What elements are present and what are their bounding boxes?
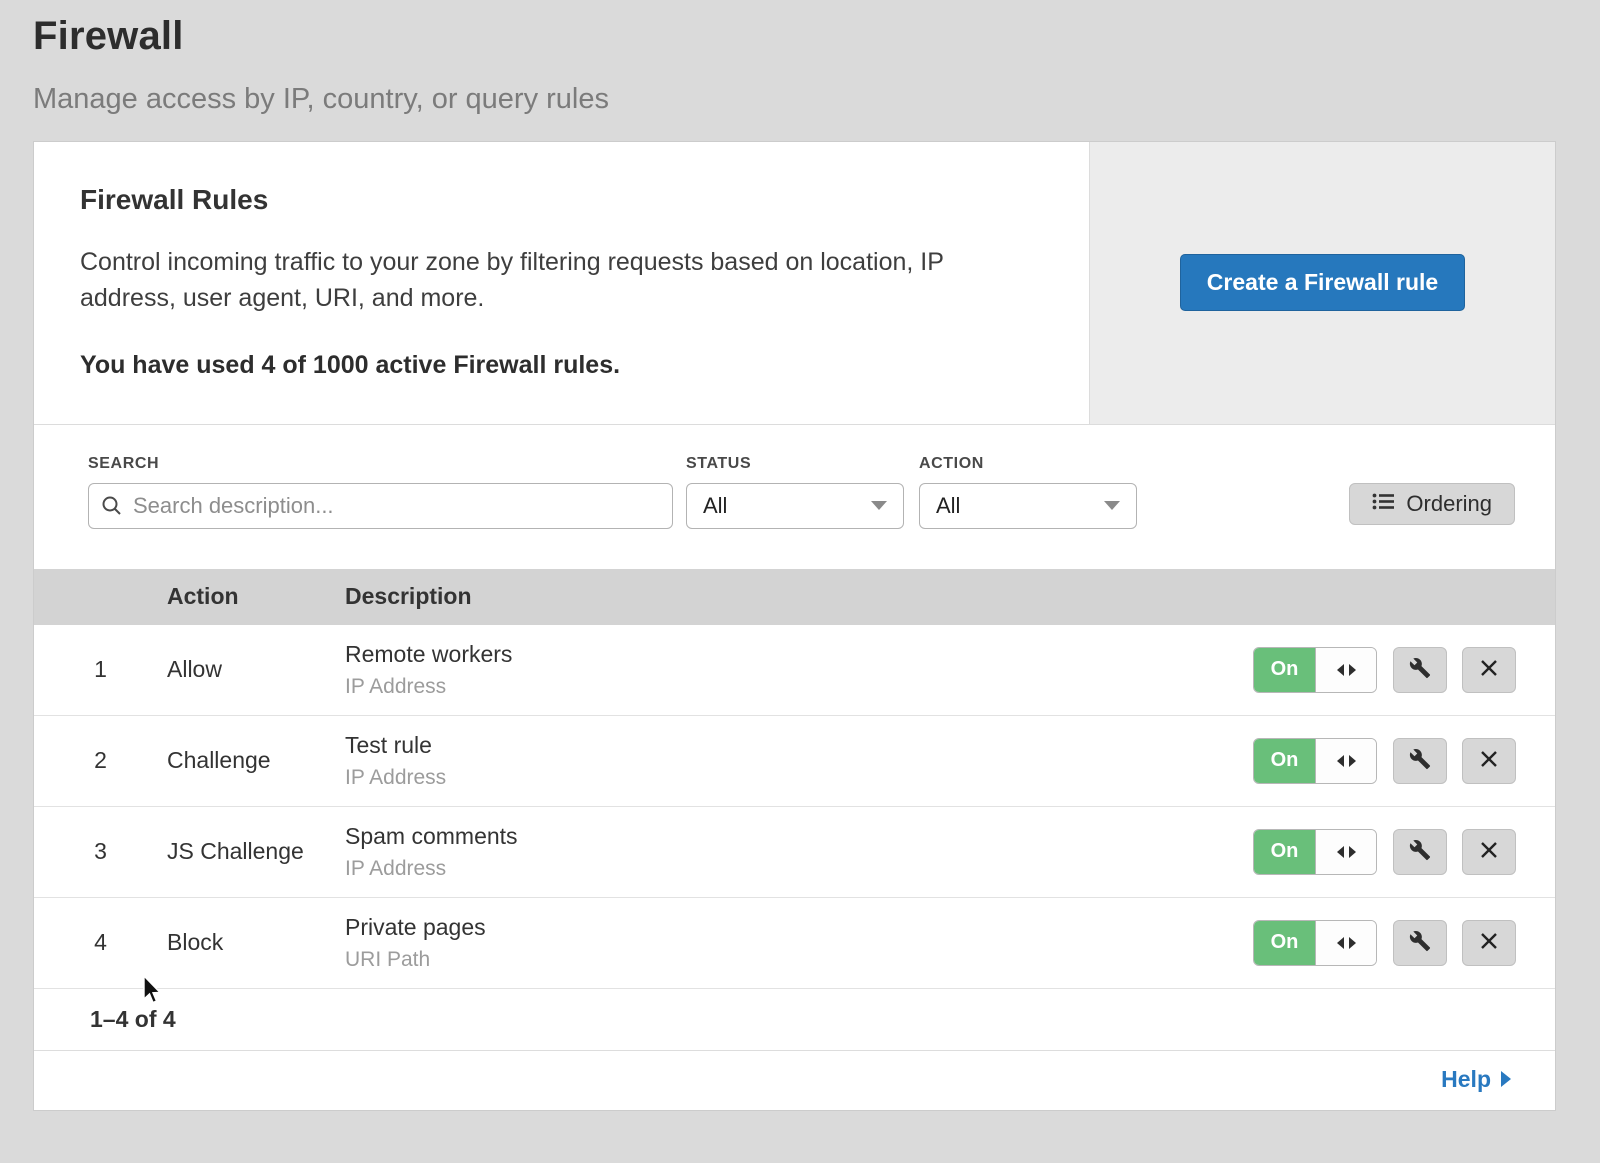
ordering-button[interactable]: Ordering — [1349, 483, 1515, 525]
rule-priority: 1 — [34, 656, 167, 683]
page-title: Firewall — [33, 14, 1600, 59]
page-subtitle: Manage access by IP, country, or query r… — [33, 83, 1600, 116]
firewall-rules-heading: Firewall Rules — [80, 184, 1029, 216]
rule-enabled-toggle[interactable]: On — [1253, 829, 1377, 875]
edit-rule-button[interactable] — [1393, 647, 1447, 693]
rule-description-cell: Spam comments IP Address — [345, 823, 1253, 881]
rule-controls: On — [1253, 829, 1555, 875]
firewall-rules-description: Control incoming traffic to your zone by… — [80, 244, 1029, 317]
rule-description-cell: Test rule IP Address — [345, 732, 1253, 790]
firewall-rules-table: Action Description 1 Allow Remote worker… — [34, 569, 1555, 989]
create-firewall-rule-button[interactable]: Create a Firewall rule — [1180, 254, 1465, 311]
wrench-icon — [1409, 930, 1431, 955]
pagination-summary: 1–4 of 4 — [34, 989, 1555, 1051]
rule-description: Private pages — [345, 914, 1253, 941]
edit-rule-button[interactable] — [1393, 738, 1447, 784]
rule-controls: On — [1253, 738, 1555, 784]
search-box — [88, 483, 673, 529]
delete-rule-button[interactable] — [1462, 829, 1516, 875]
firewall-rules-card: Firewall Rules Control incoming traffic … — [33, 141, 1556, 1111]
search-input[interactable] — [88, 483, 673, 529]
table-row: 4 Block Private pages URI Path On — [34, 898, 1555, 989]
rule-description: Test rule — [345, 732, 1253, 759]
toggle-handle-icon — [1316, 921, 1376, 965]
toggle-handle-icon — [1316, 830, 1376, 874]
rule-priority: 4 — [34, 929, 167, 956]
close-icon — [1479, 931, 1499, 954]
column-header-description: Description — [345, 583, 1516, 610]
column-header-action: Action — [167, 583, 345, 610]
card-footer: Help — [34, 1051, 1555, 1110]
rule-action: Block — [167, 929, 345, 956]
rule-controls: On — [1253, 647, 1555, 693]
rule-action: JS Challenge — [167, 838, 345, 865]
delete-rule-button[interactable] — [1462, 920, 1516, 966]
firewall-rules-usage: You have used 4 of 1000 active Firewall … — [80, 351, 1029, 380]
search-label: SEARCH — [88, 455, 673, 473]
action-select-value: All — [936, 493, 960, 519]
status-filter-group: STATUS All — [686, 455, 904, 529]
edit-rule-button[interactable] — [1393, 829, 1447, 875]
chevron-down-icon — [1104, 501, 1120, 510]
search-filter-group: SEARCH — [88, 455, 673, 529]
ordering-wrap: Ordering — [1349, 455, 1515, 525]
filter-bar: SEARCH STATUS All — [34, 425, 1555, 569]
rule-enabled-toggle[interactable]: On — [1253, 738, 1377, 784]
wrench-icon — [1409, 748, 1431, 773]
card-intro-text-block: Firewall Rules Control incoming traffic … — [34, 142, 1089, 424]
table-row: 3 JS Challenge Spam comments IP Address … — [34, 807, 1555, 898]
action-label: ACTION — [919, 455, 1137, 473]
search-icon — [101, 495, 123, 522]
rule-action: Challenge — [167, 747, 345, 774]
rule-controls: On — [1253, 920, 1555, 966]
delete-rule-button[interactable] — [1462, 738, 1516, 784]
wrench-icon — [1409, 657, 1431, 682]
delete-rule-button[interactable] — [1462, 647, 1516, 693]
status-select-value: All — [703, 493, 727, 519]
rule-description: Remote workers — [345, 641, 1253, 668]
status-select[interactable]: All — [686, 483, 904, 529]
table-header-row: Action Description — [34, 569, 1555, 625]
toggle-on-label: On — [1254, 739, 1316, 783]
ordered-list-icon — [1372, 491, 1394, 517]
rule-description-cell: Private pages URI Path — [345, 914, 1253, 972]
table-row: 2 Challenge Test rule IP Address On — [34, 716, 1555, 807]
rule-enabled-toggle[interactable]: On — [1253, 920, 1377, 966]
chevron-down-icon — [871, 501, 887, 510]
table-row: 1 Allow Remote workers IP Address On — [34, 625, 1555, 716]
card-side-panel: Create a Firewall rule — [1089, 142, 1555, 424]
close-icon — [1479, 749, 1499, 772]
toggle-on-label: On — [1254, 648, 1316, 692]
rule-priority: 2 — [34, 747, 167, 774]
wrench-icon — [1409, 839, 1431, 864]
help-link-label: Help — [1441, 1066, 1491, 1093]
rule-match-type: URI Path — [345, 948, 1253, 972]
firewall-page: Firewall Manage access by IP, country, o… — [0, 0, 1600, 1163]
toggle-handle-icon — [1316, 739, 1376, 783]
edit-rule-button[interactable] — [1393, 920, 1447, 966]
toggle-on-label: On — [1254, 830, 1316, 874]
ordering-button-label: Ordering — [1406, 491, 1492, 517]
caret-right-icon — [1501, 1071, 1511, 1087]
rule-match-type: IP Address — [345, 857, 1253, 881]
status-label: STATUS — [686, 455, 904, 473]
rule-match-type: IP Address — [345, 675, 1253, 699]
rule-enabled-toggle[interactable]: On — [1253, 647, 1377, 693]
close-icon — [1479, 840, 1499, 863]
toggle-handle-icon — [1316, 648, 1376, 692]
rule-description-cell: Remote workers IP Address — [345, 641, 1253, 699]
rule-match-type: IP Address — [345, 766, 1253, 790]
help-link[interactable]: Help — [1441, 1066, 1511, 1093]
rule-description: Spam comments — [345, 823, 1253, 850]
rule-action: Allow — [167, 656, 345, 683]
action-select[interactable]: All — [919, 483, 1137, 529]
toggle-on-label: On — [1254, 921, 1316, 965]
page-header: Firewall Manage access by IP, country, o… — [0, 0, 1600, 116]
action-filter-group: ACTION All — [919, 455, 1137, 529]
card-intro-section: Firewall Rules Control incoming traffic … — [34, 142, 1555, 425]
rule-priority: 3 — [34, 838, 167, 865]
close-icon — [1479, 658, 1499, 681]
